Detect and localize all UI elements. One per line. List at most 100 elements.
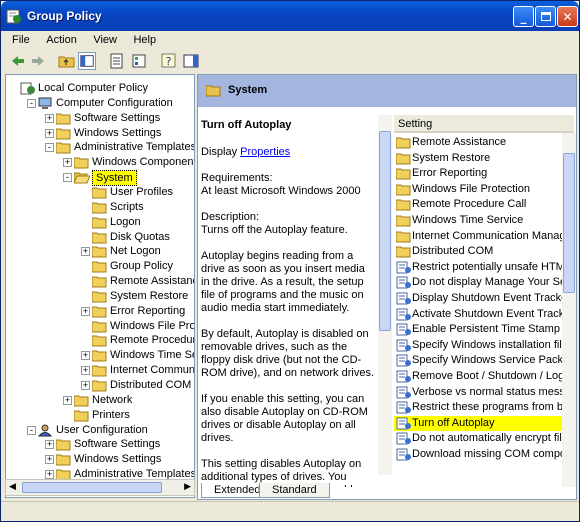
show-hide-tree-icon[interactable] — [78, 52, 96, 70]
tree-item[interactable]: + Software Settings — [6, 437, 194, 452]
display-prefix: Display — [201, 146, 238, 158]
expand-icon[interactable]: + — [81, 381, 90, 390]
menu-action[interactable]: Action — [39, 31, 83, 46]
scroll-left-icon[interactable]: ◀ — [9, 482, 16, 492]
setting-row[interactable]: Remote Procedure Call — [394, 197, 574, 212]
expand-icon[interactable]: + — [45, 470, 54, 480]
setting-row[interactable]: Remote Assistance — [394, 135, 574, 150]
maximize-button[interactable] — [535, 6, 556, 27]
expand-icon[interactable]: + — [45, 113, 54, 123]
show-hide-action-pane-icon[interactable] — [182, 52, 200, 70]
setting-row[interactable]: Distributed COM — [394, 244, 574, 259]
forward-icon[interactable] — [29, 52, 47, 70]
tree-item-label: Group Policy — [110, 260, 173, 273]
tree-item[interactable]: Disk Quotas — [6, 230, 194, 245]
setting-row[interactable]: System Restore — [394, 151, 574, 166]
tree-item[interactable]: Local Computer Policy — [6, 81, 194, 96]
tree-item[interactable]: + Internet Communica — [6, 363, 194, 378]
minimize-button[interactable]: _ — [513, 6, 534, 27]
tree-item[interactable]: + Windows Components — [6, 155, 194, 170]
collapse-icon[interactable]: - — [45, 143, 54, 153]
expand-icon[interactable]: + — [81, 366, 90, 376]
tree-item[interactable]: System Restore — [6, 289, 194, 304]
tree-item[interactable]: + Network — [6, 393, 194, 408]
setting-row[interactable]: Remove Boot / Shutdown / Logon — [394, 369, 574, 384]
setting-row[interactable]: Error Reporting — [394, 166, 574, 181]
close-button[interactable]: ✕ — [557, 6, 578, 27]
expand-icon[interactable]: + — [81, 351, 90, 361]
properties-icon[interactable] — [108, 52, 126, 70]
tree-item[interactable]: Group Policy — [6, 259, 194, 274]
tab-standard[interactable]: Standard — [259, 483, 330, 498]
menu-file[interactable]: File — [5, 31, 36, 46]
tree-horizontal-scrollbar[interactable]: ◀ ▶ — [5, 479, 195, 496]
tree-item[interactable]: Windows File Protect — [6, 319, 194, 334]
expand-icon[interactable]: + — [63, 158, 72, 168]
menu-view[interactable]: View — [86, 31, 123, 46]
description-scrollbar[interactable] — [378, 115, 392, 475]
tree-item[interactable]: - Computer Configuration — [6, 96, 194, 111]
scroll-thumb[interactable] — [22, 482, 162, 493]
tree-item[interactable]: Remote Assistance — [6, 274, 195, 289]
policy-setting-icon — [396, 308, 411, 321]
setting-row[interactable]: Turn off Autoplay — [394, 415, 574, 431]
tree-item-label: Network — [92, 393, 133, 406]
setting-row[interactable]: Enable Persistent Time Stamp — [394, 322, 574, 337]
setting-row[interactable]: Specify Windows installation file lo — [394, 338, 574, 353]
folder-open-icon — [206, 85, 221, 97]
setting-row[interactable]: Restrict these programs from bei — [394, 400, 574, 415]
collapse-icon[interactable]: - — [27, 98, 36, 108]
tree-item[interactable]: Remote Procedure C — [6, 333, 194, 348]
tree-item[interactable]: Printers — [6, 408, 194, 423]
expand-icon[interactable]: + — [63, 395, 72, 405]
tree-item[interactable]: + Net Logon — [6, 244, 194, 259]
expand-icon[interactable]: + — [45, 440, 54, 450]
help-icon[interactable]: ? — [160, 52, 178, 70]
title-bar[interactable]: Group Policy _ ✕ — [1, 1, 579, 31]
tree-item[interactable]: - System — [6, 170, 194, 187]
tree-item[interactable]: User Profiles — [6, 185, 194, 200]
tree-item[interactable]: - User Configuration — [6, 423, 194, 438]
setting-row[interactable]: Restrict potentially unsafe HTML H — [394, 260, 574, 275]
setting-row[interactable]: Windows File Protection — [394, 182, 574, 197]
tree-item[interactable]: + Windows Settings — [6, 126, 194, 141]
folder-icon — [56, 113, 71, 125]
collapse-icon[interactable]: - — [63, 173, 72, 183]
properties-link[interactable]: Properties — [240, 146, 290, 158]
setting-row[interactable]: Specify Windows Service Pack inst — [394, 353, 574, 368]
description-label: Description: — [201, 211, 260, 223]
setting-row[interactable]: Windows Time Service — [394, 213, 574, 228]
expand-icon[interactable]: + — [45, 455, 54, 465]
setting-row[interactable]: Download missing COM componer — [394, 447, 574, 462]
setting-column-header[interactable]: Setting — [394, 115, 574, 133]
expand-icon[interactable]: + — [81, 247, 90, 257]
collapse-icon[interactable]: - — [27, 425, 36, 435]
expand-icon[interactable]: + — [81, 306, 90, 316]
setting-row[interactable]: Verbose vs normal status messag — [394, 385, 574, 400]
tree-item-label: Remote Assistance — [110, 275, 195, 288]
setting-row[interactable]: Do not display Manage Your Server — [394, 275, 574, 290]
folder-icon — [74, 395, 89, 407]
tree-item-label: Error Reporting — [110, 304, 186, 317]
tree-item[interactable]: + Windows Settings — [6, 452, 194, 467]
setting-row[interactable]: Activate Shutdown Event Tracker — [394, 307, 574, 322]
tree-item[interactable]: + Software Settings — [6, 111, 194, 126]
tree-item[interactable]: + Distributed COM — [6, 378, 194, 393]
list-scrollbar[interactable] — [562, 133, 576, 487]
scroll-right-icon[interactable]: ▶ — [184, 482, 191, 492]
tree-item[interactable]: Logon — [6, 215, 194, 230]
back-icon[interactable] — [9, 52, 27, 70]
export-list-icon[interactable] — [130, 52, 148, 70]
setting-row[interactable]: Do not automatically encrypt files — [394, 431, 574, 446]
setting-row[interactable]: Internet Communication Manager — [394, 229, 574, 244]
menu-help[interactable]: Help — [126, 31, 162, 46]
tree-item[interactable]: + Windows Time Servic — [6, 348, 194, 363]
up-folder-icon[interactable] — [58, 52, 76, 70]
description-scroll-thumb[interactable] — [379, 131, 391, 331]
tree-item[interactable]: + Error Reporting — [6, 304, 194, 319]
tree-item[interactable]: Scripts — [6, 200, 194, 215]
setting-row[interactable]: Display Shutdown Event Tracker — [394, 291, 574, 306]
tree-item[interactable]: - Administrative Templates — [6, 140, 194, 155]
list-scroll-thumb[interactable] — [563, 153, 575, 293]
expand-icon[interactable]: + — [45, 128, 54, 138]
